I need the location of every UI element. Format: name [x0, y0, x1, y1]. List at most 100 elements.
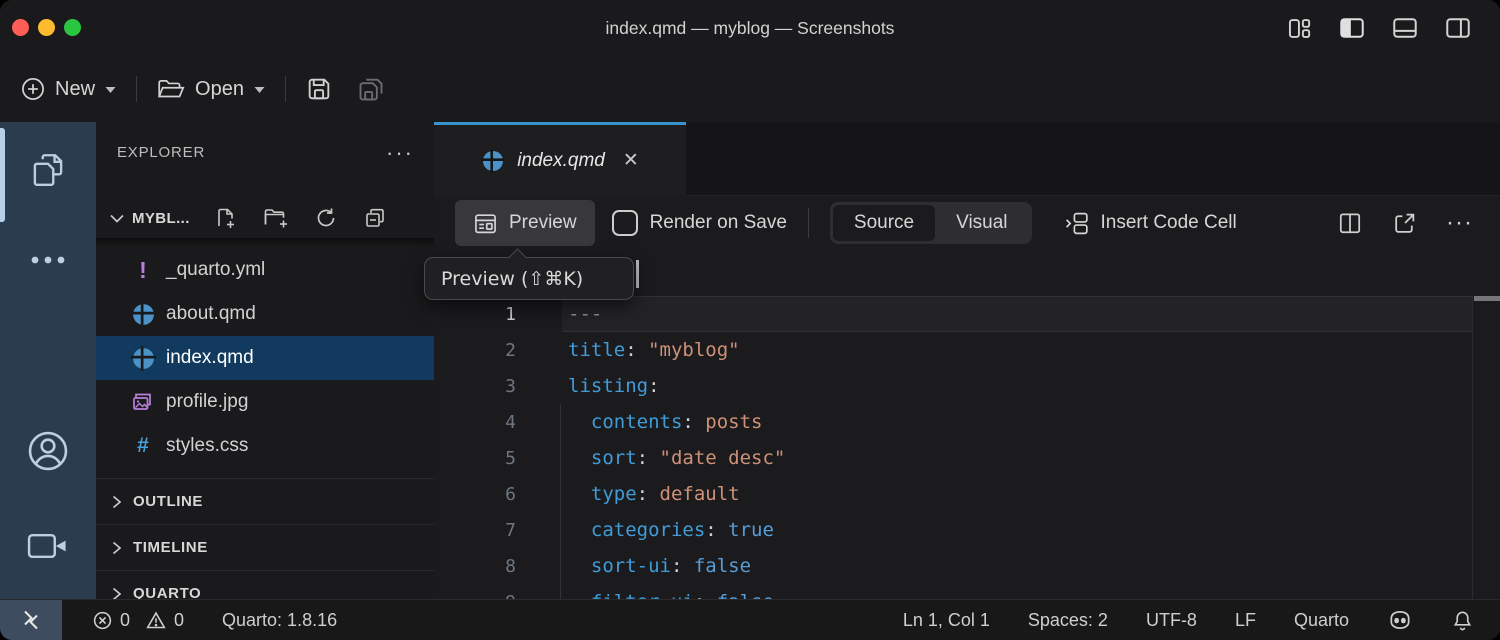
code-lines: 1---2title: "myblog"3listing:4 contents:… — [434, 296, 1473, 620]
explorer-more-actions-icon[interactable]: ··· — [386, 148, 414, 158]
window-title: index.qmd — myblog — Screenshots — [0, 0, 1500, 56]
section-timeline[interactable]: TIMELINE — [96, 524, 434, 570]
line-text: sort-ui: false — [516, 555, 751, 577]
render-on-save-checkbox[interactable] — [612, 210, 638, 236]
open-folder-icon — [156, 76, 186, 102]
section-outline[interactable]: OUTLINE — [96, 478, 434, 524]
workspace-folder-label: MYBL... — [132, 210, 190, 227]
insert-code-cell-button[interactable]: Insert Code Cell — [1064, 210, 1237, 237]
code-line-1[interactable]: 1--- — [434, 296, 1473, 332]
insert-cell-icon — [1064, 210, 1091, 237]
eol-sequence[interactable]: LF — [1235, 610, 1256, 631]
sidebar-item-screencast[interactable] — [0, 528, 96, 564]
explorer-panel: EXPLORER ··· MYBL... — [96, 122, 434, 600]
file-item-profile-jpg[interactable]: profile.jpg — [96, 380, 434, 424]
open-button[interactable]: Open — [156, 76, 266, 102]
sidebar-item-more[interactable] — [0, 254, 96, 266]
code-line-4[interactable]: 4 contents: posts — [434, 404, 1473, 440]
code-line-2[interactable]: 2title: "myblog" — [434, 332, 1473, 368]
text-caret — [636, 260, 639, 288]
chevron-right-icon — [110, 494, 123, 510]
code-line-5[interactable]: 5 sort: "date desc" — [434, 440, 1473, 476]
editor-scrollbar[interactable] — [1472, 296, 1500, 600]
code-line-6[interactable]: 6 type: default — [434, 476, 1473, 512]
line-number: 5 — [434, 448, 516, 469]
tab-index-qmd[interactable]: index.qmd ✕ — [434, 122, 686, 196]
section-label: OUTLINE — [133, 493, 203, 510]
title-bar: index.qmd — myblog — Screenshots — [0, 0, 1500, 56]
preview-button[interactable]: Preview — [455, 200, 595, 246]
indentation[interactable]: Spaces: 2 — [1028, 610, 1108, 631]
caret-down-icon — [253, 85, 266, 94]
files-icon — [27, 150, 69, 192]
workspace-folder-header[interactable]: MYBL... — [96, 200, 434, 236]
image-icon — [128, 390, 158, 414]
section-label: QUARTO — [133, 585, 201, 600]
save-all-icon[interactable] — [357, 75, 385, 103]
yaml-alert-icon: ! — [128, 260, 158, 280]
collapse-all-icon[interactable] — [363, 206, 387, 230]
refresh-icon[interactable] — [314, 206, 338, 230]
code-editor[interactable]: 1---2title: "myblog"3listing:4 contents:… — [434, 250, 1500, 600]
chevron-right-icon — [110, 540, 123, 556]
line-number: 6 — [434, 484, 516, 505]
close-icon[interactable]: ✕ — [623, 149, 639, 172]
problems-indicator[interactable]: 0 0 — [92, 610, 184, 631]
line-number: 4 — [434, 412, 516, 433]
line-text: title: "myblog" — [516, 339, 740, 361]
activity-bar — [0, 122, 96, 600]
quarto-icon — [481, 149, 505, 173]
zoom-window-button[interactable] — [64, 19, 81, 36]
render-on-save-label: Render on Save — [650, 212, 787, 234]
cursor-position[interactable]: Ln 1, Col 1 — [903, 610, 990, 631]
file-label: about.qmd — [166, 303, 256, 325]
file-item-index-qmd[interactable]: index.qmd — [96, 336, 434, 380]
plus-circle-icon — [20, 76, 46, 102]
css-icon: # — [128, 434, 158, 458]
warning-count: 0 — [174, 610, 184, 631]
line-number: 1 — [434, 304, 516, 325]
source-label: Source — [854, 212, 914, 234]
remote-indicator[interactable] — [0, 600, 62, 640]
scrollbar-thumb[interactable] — [1474, 296, 1500, 301]
traffic-lights — [12, 19, 81, 36]
caret-down-icon — [104, 85, 117, 94]
file-label: _quarto.yml — [166, 259, 265, 281]
bell-icon[interactable] — [1451, 609, 1474, 632]
copilot-icon[interactable] — [1387, 607, 1413, 633]
new-file-icon[interactable] — [214, 206, 238, 230]
code-line-7[interactable]: 7 categories: true — [434, 512, 1473, 548]
file-item-styles-css[interactable]: # styles.css — [96, 424, 434, 468]
new-button[interactable]: New — [20, 76, 117, 102]
line-number: 7 — [434, 520, 516, 541]
file-item-about-qmd[interactable]: about.qmd — [96, 292, 434, 336]
open-external-icon[interactable] — [1392, 211, 1417, 236]
toggle-bottom-panel-icon[interactable] — [1391, 14, 1419, 42]
more-actions-icon[interactable]: ··· — [1446, 209, 1473, 237]
line-number: 8 — [434, 556, 516, 577]
save-icon[interactable] — [305, 75, 333, 103]
sidebar-item-account[interactable] — [0, 428, 96, 474]
split-editor-icon[interactable] — [1337, 210, 1363, 236]
encoding[interactable]: UTF-8 — [1146, 610, 1197, 631]
file-label: profile.jpg — [166, 391, 248, 413]
layout-picker-icon[interactable] — [1286, 15, 1313, 42]
quarto-version[interactable]: Quarto: 1.8.16 — [222, 610, 337, 631]
file-label: styles.css — [166, 435, 248, 457]
ellipsis-icon — [28, 254, 68, 266]
toggle-left-panel-icon[interactable] — [1338, 14, 1366, 42]
language-mode[interactable]: Quarto — [1294, 610, 1349, 631]
minimize-window-button[interactable] — [38, 19, 55, 36]
quick-action-bar: New Open — [0, 56, 1500, 123]
section-label: TIMELINE — [133, 539, 208, 556]
toggle-right-panel-icon[interactable] — [1444, 14, 1472, 42]
section-quarto[interactable]: QUARTO — [96, 570, 434, 600]
file-item--quarto-yml[interactable]: ! _quarto.yml — [96, 248, 434, 292]
code-line-8[interactable]: 8 sort-ui: false — [434, 548, 1473, 584]
code-line-3[interactable]: 3listing: — [434, 368, 1473, 404]
source-tab[interactable]: Source — [833, 205, 935, 241]
sidebar-item-explorer[interactable] — [0, 150, 96, 192]
visual-tab[interactable]: Visual — [935, 205, 1028, 241]
close-window-button[interactable] — [12, 19, 29, 36]
new-folder-icon[interactable] — [263, 206, 289, 230]
